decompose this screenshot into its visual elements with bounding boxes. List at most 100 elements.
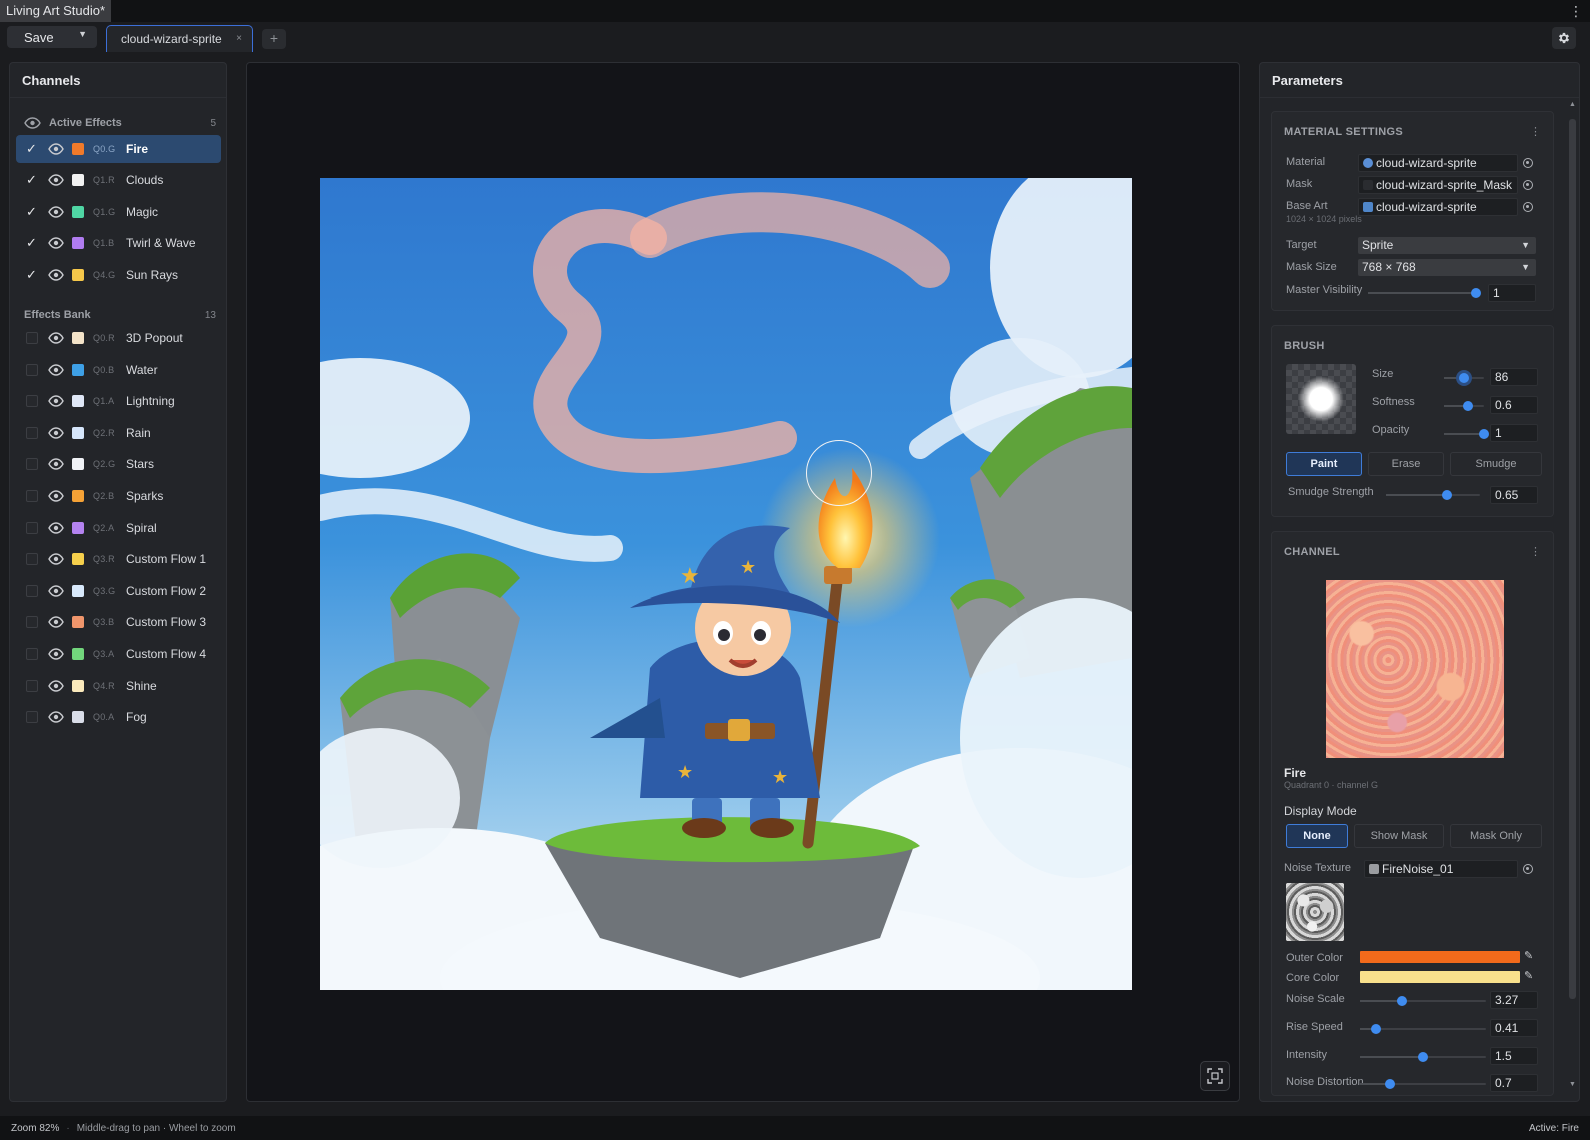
sprite-canvas-image[interactable]: ★ ★ ★ ★ <box>320 178 1132 990</box>
visibility-eye-icon[interactable] <box>48 427 64 439</box>
noise-scale-slider-handle[interactable] <box>1396 996 1407 1006</box>
mask-picker-icon[interactable] <box>1523 180 1533 190</box>
channel-color-swatch[interactable] <box>72 395 84 408</box>
visibility-eye-icon[interactable] <box>48 332 64 344</box>
save-dropdown-icon[interactable]: ▼ <box>78 29 87 39</box>
channel-row-magic[interactable]: ✓ Q1.G Magic <box>16 198 221 226</box>
channel-color-swatch[interactable] <box>72 363 84 376</box>
rise-speed-slider[interactable] <box>1360 1024 1486 1034</box>
noise-scale-input[interactable]: 3.27 <box>1490 991 1538 1009</box>
noise-distortion-slider-handle[interactable] <box>1385 1079 1396 1089</box>
scroll-up-icon[interactable]: ▲ <box>1569 101 1576 108</box>
opacity-slider-handle[interactable] <box>1479 429 1489 439</box>
display-mode-mask-only[interactable]: Mask Only <box>1450 824 1542 848</box>
master-visibility-slider[interactable] <box>1368 288 1481 298</box>
smudge-strength-slider[interactable] <box>1386 490 1480 500</box>
channel-menu-icon[interactable]: ⋮ <box>1530 545 1541 558</box>
close-tab-icon[interactable]: × <box>236 33 242 44</box>
visibility-eye-icon[interactable] <box>48 521 64 534</box>
channel-color-swatch[interactable] <box>72 711 84 724</box>
intensity-slider-handle[interactable] <box>1418 1052 1428 1062</box>
parameters-scrollbar-thumb[interactable] <box>1569 119 1576 999</box>
base-art-field[interactable]: cloud-wizard-sprite <box>1358 198 1518 216</box>
channel-checkbox[interactable]: ✓ <box>26 268 38 281</box>
channel-color-swatch[interactable] <box>72 616 84 629</box>
softness-slider[interactable] <box>1444 401 1484 411</box>
softness-input[interactable]: 0.6 <box>1490 396 1538 414</box>
visibility-eye-icon[interactable] <box>48 490 64 502</box>
new-tab-button[interactable]: + <box>262 29 286 49</box>
channel-color-swatch[interactable] <box>72 679 84 692</box>
brush-size-slider[interactable] <box>1444 373 1484 383</box>
channel-color-swatch[interactable] <box>72 648 84 660</box>
channel-checkbox[interactable] <box>26 458 38 471</box>
brush-mode-smudge[interactable]: Smudge <box>1450 452 1542 476</box>
brush-size-slider-handle[interactable] <box>1459 373 1469 383</box>
visibility-eye-icon[interactable] <box>48 616 64 629</box>
visibility-eye-icon[interactable] <box>48 648 64 660</box>
channel-row-spiral[interactable]: Q2.A Spiral <box>16 514 221 542</box>
brush-size-input[interactable]: 86 <box>1490 368 1538 386</box>
active-effects-header[interactable]: Active Effects 5 <box>10 113 226 133</box>
channel-row-water[interactable]: Q0.B Water <box>16 356 221 384</box>
channel-row-custom-flow-3[interactable]: Q3.B Custom Flow 3 <box>16 608 221 636</box>
channel-row-custom-flow-4[interactable]: Q3.A Custom Flow 4 <box>16 640 221 668</box>
save-button[interactable]: Save ▼ <box>7 26 97 48</box>
material-picker-icon[interactable] <box>1523 158 1533 168</box>
channel-checkbox[interactable] <box>26 332 38 344</box>
channel-checkbox[interactable]: ✓ <box>26 142 38 155</box>
channel-color-swatch[interactable] <box>72 458 84 471</box>
channel-checkbox[interactable] <box>26 679 38 692</box>
smudge-strength-input[interactable]: 0.65 <box>1490 486 1538 504</box>
channel-row-custom-flow-1[interactable]: Q3.R Custom Flow 1 <box>16 545 221 573</box>
master-visibility-slider-handle[interactable] <box>1471 288 1481 298</box>
channel-row-sun-rays[interactable]: ✓ Q4.G Sun Rays <box>16 261 221 289</box>
channel-checkbox[interactable] <box>26 363 38 376</box>
visibility-eye-icon[interactable] <box>48 363 64 376</box>
channel-color-swatch[interactable] <box>72 553 84 566</box>
intensity-input[interactable]: 1.5 <box>1490 1047 1538 1065</box>
visibility-eye-icon[interactable] <box>48 679 64 692</box>
noise-texture-field[interactable]: FireNoise_01 <box>1364 860 1518 878</box>
channel-row-3d-popout[interactable]: Q0.R 3D Popout <box>16 324 221 352</box>
channel-color-swatch[interactable] <box>72 268 84 281</box>
channel-row-shine[interactable]: Q4.R Shine <box>16 672 221 700</box>
parameters-scrollbar[interactable]: ▲ ▼ <box>1568 101 1577 1091</box>
channel-row-sparks[interactable]: Q2.B Sparks <box>16 482 221 510</box>
softness-slider-handle[interactable] <box>1463 401 1473 411</box>
channel-checkbox[interactable] <box>26 584 38 597</box>
channel-row-clouds[interactable]: ✓ Q1.R Clouds <box>16 166 221 194</box>
channel-row-lightning[interactable]: Q1.A Lightning <box>16 387 221 415</box>
channel-row-rain[interactable]: Q2.R Rain <box>16 419 221 447</box>
rise-speed-input[interactable]: 0.41 <box>1490 1019 1538 1037</box>
visibility-eye-icon[interactable] <box>48 174 64 186</box>
brush-mode-erase[interactable]: Erase <box>1368 452 1444 476</box>
channel-color-swatch[interactable] <box>72 332 84 344</box>
channel-row-twirl-wave[interactable]: ✓ Q1.B Twirl & Wave <box>16 229 221 257</box>
channel-checkbox[interactable]: ✓ <box>26 205 38 218</box>
channel-color-swatch[interactable] <box>72 584 84 597</box>
material-field[interactable]: cloud-wizard-sprite <box>1358 154 1518 172</box>
noise-scale-slider[interactable] <box>1360 996 1486 1006</box>
channel-color-swatch[interactable] <box>72 237 84 250</box>
eye-icon[interactable] <box>24 117 41 129</box>
visibility-eye-icon[interactable] <box>48 711 64 723</box>
outer-color-eyedropper-icon[interactable]: ✎ <box>1524 949 1533 962</box>
core-color-eyedropper-icon[interactable]: ✎ <box>1524 969 1533 982</box>
window-menu-icon[interactable]: ⋮ <box>1569 3 1590 20</box>
channel-color-swatch[interactable] <box>72 142 84 155</box>
noise-distortion-input[interactable]: 0.7 <box>1490 1074 1538 1092</box>
channel-checkbox[interactable] <box>26 553 38 566</box>
channel-color-swatch[interactable] <box>72 490 84 502</box>
target-select[interactable]: Sprite ▼ <box>1358 237 1536 254</box>
settings-button[interactable] <box>1552 27 1576 49</box>
channel-color-swatch[interactable] <box>72 426 84 439</box>
base-art-picker-icon[interactable] <box>1523 202 1533 212</box>
fit-to-view-button[interactable] <box>1200 1061 1230 1091</box>
master-visibility-input[interactable]: 1 <box>1488 284 1536 302</box>
intensity-slider[interactable] <box>1360 1052 1486 1062</box>
mask-field[interactable]: cloud-wizard-sprite_Mask <box>1358 176 1518 194</box>
visibility-eye-icon[interactable] <box>48 395 64 407</box>
opacity-input[interactable]: 1 <box>1490 424 1538 442</box>
visibility-eye-icon[interactable] <box>48 458 64 471</box>
